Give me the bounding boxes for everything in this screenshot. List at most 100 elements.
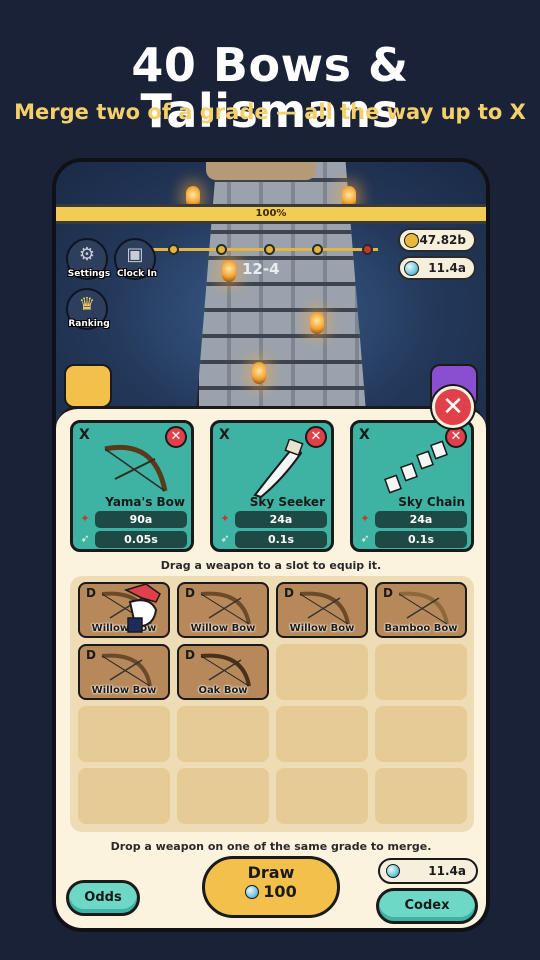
calendar-icon: ▣ [126, 244, 144, 265]
item-grade: D [86, 648, 96, 662]
empty-slot[interactable] [276, 768, 368, 824]
weapon-grade: X [359, 427, 370, 443]
odds-button[interactable]: Odds [66, 880, 140, 916]
empty-slot[interactable] [177, 768, 269, 824]
damage-stat: ✦ 24a [359, 511, 467, 528]
weapon-grade: X [79, 427, 90, 443]
weapon-name: Yama's Bow [105, 495, 185, 509]
item-grade: D [86, 586, 96, 600]
gem-balance: 11.4a [378, 858, 478, 884]
draw-cost: 100 [205, 882, 337, 901]
item-name: Bamboo Bow [384, 623, 458, 634]
speed-stat: ➶ 0.05s [79, 531, 187, 548]
inventory-item[interactable]: D Willow Bow [78, 644, 170, 700]
item-grade: D [383, 586, 393, 600]
wave-progress-text: 100% [255, 208, 287, 219]
item-grade: D [284, 586, 294, 600]
speed-value: 0.1s [375, 531, 467, 548]
item-name: Willow Bow [91, 685, 157, 696]
phone-frame: 100% 12-4 ⚙ Settings ▣ Clock In ♛ Rankin… [52, 158, 490, 932]
merge-hint: Drop a weapon on one of the same grade t… [110, 840, 432, 853]
draw-button[interactable]: Draw 100 [202, 856, 340, 918]
talisman-chain-icon [384, 440, 448, 494]
inventory-item[interactable]: D Willow Bow [276, 582, 368, 638]
stage-dot [168, 244, 179, 255]
close-icon: ✕ [442, 392, 464, 422]
inventory-item[interactable]: D Willow Bow [177, 582, 269, 638]
ranking-label: Ranking [68, 319, 110, 329]
subheadline: Merge two of a grade — all the way up to… [14, 100, 526, 124]
inventory-item[interactable]: D Bamboo Bow [375, 582, 467, 638]
item-grade: D [185, 586, 195, 600]
stage-dot [264, 244, 275, 255]
bow-icon [299, 591, 350, 625]
ranking-button[interactable]: ♛ Ranking [66, 288, 110, 330]
gem-icon [404, 261, 419, 276]
gold-amount: 447.82b [411, 233, 466, 247]
draw-cost-value: 100 [263, 882, 297, 901]
damage-icon: ✦ [220, 512, 230, 525]
bow-icon [101, 653, 152, 687]
speed-stat: ➶ 0.1s [219, 531, 327, 548]
cards-button[interactable] [64, 364, 112, 408]
gem-icon [386, 864, 400, 878]
feather-icon: ➶ [80, 532, 90, 545]
empty-slot[interactable] [78, 706, 170, 762]
close-button[interactable]: ✕ [432, 386, 474, 428]
bow-icon [200, 591, 251, 625]
feather-icon: ➶ [360, 532, 370, 545]
speed-value: 0.1s [235, 531, 327, 548]
item-grade: D [185, 648, 195, 662]
settings-button[interactable]: ⚙ Settings [66, 238, 110, 280]
clock-in-button[interactable]: ▣ Clock In [114, 238, 157, 280]
inventory-item[interactable]: D Oak Bow [177, 644, 269, 700]
gold-counter: 447.82b [398, 228, 476, 252]
damage-value: 24a [375, 511, 467, 528]
game-scene: 100% 12-4 ⚙ Settings ▣ Clock In ♛ Rankin… [56, 162, 486, 412]
empty-slot[interactable] [276, 706, 368, 762]
gem-counter: 11.4a [398, 256, 476, 280]
empty-slot[interactable] [78, 768, 170, 824]
talisman-blade-icon [253, 439, 304, 499]
item-name: Oak Bow [198, 685, 248, 696]
bow-icon [398, 591, 449, 625]
draw-label: Draw [247, 863, 295, 882]
feather-icon: ➶ [220, 532, 230, 545]
speed-stat: ➶ 0.1s [359, 531, 467, 548]
gem-icon [245, 885, 260, 899]
tower-top [206, 162, 316, 180]
weapon-name: Sky Chain [398, 495, 465, 509]
torch-icon [222, 260, 236, 282]
equip-slot[interactable]: X ✕ Sky Chain ✦ 24a ➶ 0.1s [350, 420, 474, 552]
stage-label: 12-4 [242, 260, 280, 278]
stage-dot [362, 244, 373, 255]
damage-icon: ✦ [80, 512, 90, 525]
empty-slot[interactable] [375, 706, 467, 762]
gem-amount: 11.4a [428, 261, 466, 275]
bow-icon [200, 653, 251, 687]
damage-icon: ✦ [360, 512, 370, 525]
codex-button[interactable]: Codex [376, 888, 478, 924]
weapon-name: Sky Seeker [249, 495, 325, 509]
stage-track [142, 242, 378, 256]
damage-value: 90a [95, 511, 187, 528]
stage-dot [216, 244, 227, 255]
equip-slot[interactable]: X ✕ Yama's Bow ✦ 90a ➶ 0.05s [70, 420, 194, 552]
empty-slot[interactable] [276, 644, 368, 700]
bow-icon [104, 444, 168, 492]
gem-balance-value: 11.4a [428, 864, 466, 878]
stone-tower [196, 162, 366, 412]
empty-slot[interactable] [375, 644, 467, 700]
empty-slot[interactable] [375, 768, 467, 824]
equip-slot[interactable]: X ✕ Sky Seeker ✦ 24a ➶ 0.1s [210, 420, 334, 552]
game-screen: 100% 12-4 ⚙ Settings ▣ Clock In ♛ Rankin… [56, 162, 486, 928]
clock-in-label: Clock In [116, 269, 158, 279]
torch-icon [252, 362, 266, 384]
damage-stat: ✦ 24a [219, 511, 327, 528]
wave-progress-bar: 100% [56, 204, 486, 224]
item-name: Willow Bow [190, 623, 256, 634]
crown-icon: ♛ [78, 294, 96, 315]
damage-stat: ✦ 90a [79, 511, 187, 528]
gold-icon [404, 233, 419, 248]
empty-slot[interactable] [177, 706, 269, 762]
